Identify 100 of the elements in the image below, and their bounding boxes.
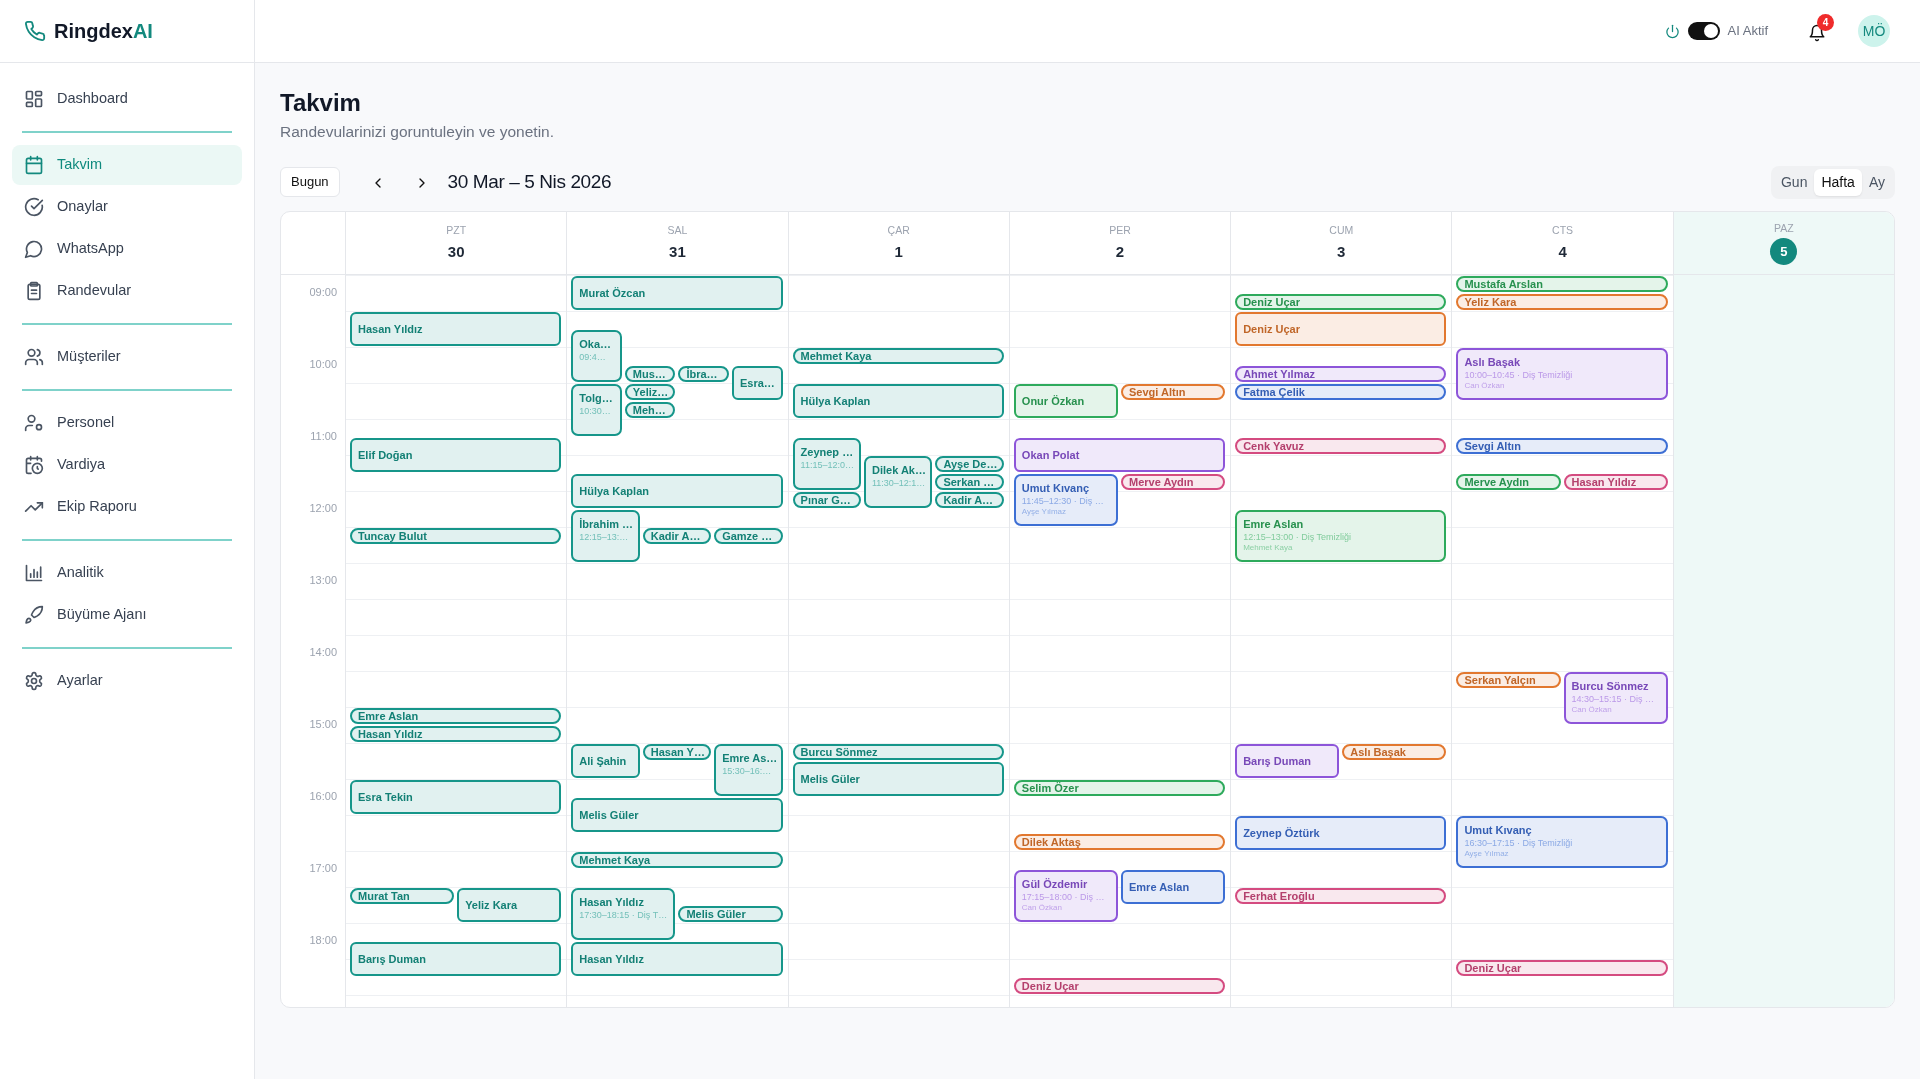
appointment-chip[interactable]: Hasan Yıldız	[571, 942, 783, 977]
appointment-chip[interactable]: Mehmet Kaya	[792, 348, 1004, 365]
appointment-time: 10:30…	[579, 405, 612, 418]
appointment-chip[interactable]: Gamze …	[714, 528, 783, 545]
appointment-chip[interactable]: Fatma Çelik	[1235, 384, 1447, 401]
appointment-chip[interactable]: Yeliz Kara	[457, 888, 562, 923]
appointment-chip[interactable]: Emre Aslan	[1121, 870, 1226, 905]
appointment-card[interactable]: Burcu Sönmez 14:30–15:15 · Diş … Can Özkan	[1563, 672, 1668, 725]
appointment-chip[interactable]: Selim Özer	[1013, 780, 1226, 797]
appointment-time: 12:15–13:…	[579, 531, 630, 544]
appointment-chip[interactable]: Ahmet Yılmaz	[1235, 366, 1447, 383]
appointment-chip[interactable]: Aslı Başak	[1342, 744, 1447, 761]
sidebar-item[interactable]: Personel	[12, 403, 242, 443]
sidebar-item[interactable]: Müşteriler	[12, 337, 242, 377]
appointment-chip[interactable]: Mustafa Arslan	[1456, 276, 1668, 293]
appointment-chip[interactable]: Serkan Yalçın	[1456, 672, 1561, 689]
appointment-card[interactable]: Zeynep … 11:15–12:0…	[792, 438, 861, 491]
sidebar-item[interactable]: Takvim	[12, 145, 242, 185]
view-tab[interactable]: Gun	[1773, 168, 1815, 196]
sidebar-item[interactable]: Vardiya	[12, 445, 242, 485]
appointment-card[interactable]: Emre As… 15:30–16:…	[714, 744, 783, 797]
appointment-chip[interactable]: Dilek Aktaş	[1013, 834, 1226, 851]
appointment-chip[interactable]: Kadir A…	[642, 528, 712, 545]
appointment-chip[interactable]: Elif Doğan	[350, 438, 562, 473]
user-avatar[interactable]: MÖ	[1858, 15, 1890, 47]
appointment-chip[interactable]: Hülya Kaplan	[792, 384, 1004, 419]
appointment-chip[interactable]: Sevgi Altın	[1121, 384, 1226, 401]
appointment-chip[interactable]: Hasan Y…	[642, 744, 712, 761]
today-button[interactable]: Bugun	[280, 167, 340, 197]
appointment-chip[interactable]: Murat Tan	[350, 888, 455, 905]
appointment-card[interactable]: Oka… 09:4…	[571, 330, 622, 383]
appointment-chip[interactable]: Sevgi Altın	[1456, 438, 1668, 455]
time-label: 11:00	[310, 430, 337, 443]
appointment-chip[interactable]: Hasan Yıldız	[1563, 474, 1668, 491]
logo-text: RingdexAI	[54, 19, 153, 44]
appointment-chip[interactable]: Deniz Uçar	[1456, 960, 1668, 977]
patient-name: Umut Kıvanç	[1021, 481, 1091, 496]
view-tab[interactable]: Hafta	[1814, 168, 1862, 196]
appointment-card[interactable]: Emre Aslan 12:15–13:00 · Diş Temizliği Mehmet Kaya	[1235, 510, 1447, 563]
appointment-chip[interactable]: Yeliz Kara	[1456, 294, 1668, 311]
appointment-chip[interactable]: Ali Şahin	[571, 744, 640, 779]
appointment-chip[interactable]: Deniz Uçar	[1013, 978, 1226, 995]
notification-button[interactable]: 4	[1800, 14, 1834, 48]
appointment-time: 15:30–16:…	[722, 765, 773, 778]
appointment-card[interactable]: Umut Kıvanç 16:30–17:15 · Diş Temizliği Ayşe Yılmaz	[1456, 816, 1668, 869]
appointment-time: 17:30–18:15 · Diş T…	[579, 909, 668, 922]
appointment-chip[interactable]: Melis Güler	[792, 762, 1004, 797]
appointment-card[interactable]: İbrahim … 12:15–13:…	[571, 510, 640, 563]
appointment-chip[interactable]: Esra Tekin	[350, 780, 562, 815]
appointment-chip[interactable]: Hasan Yıldız	[350, 726, 562, 743]
appointment-chip[interactable]: Mus…	[624, 366, 676, 383]
appointment-chip[interactable]: Onur Özkan	[1013, 384, 1118, 419]
sidebar-item[interactable]: Analitik	[12, 553, 242, 593]
sidebar-item[interactable]: Randevular	[12, 271, 242, 311]
appointment-chip[interactable]: Serkan …	[935, 474, 1004, 491]
appointment-chip[interactable]: Hasan Yıldız	[350, 312, 562, 347]
patient-name: Aslı Başak	[1464, 355, 1522, 370]
appointment-chip[interactable]: Meh…	[624, 402, 676, 419]
ai-toggle[interactable]	[1687, 22, 1720, 40]
appointment-chip[interactable]: Okan Polat	[1013, 438, 1226, 473]
appointment-chip[interactable]: Emre Aslan	[350, 708, 562, 725]
appointment-chip[interactable]: Pınar G…	[792, 492, 861, 509]
appointment-chip[interactable]: Mehmet Kaya	[571, 852, 783, 869]
appointment-chip[interactable]: Hülya Kaplan	[571, 474, 783, 509]
appointment-chip[interactable]: Merve Aydın	[1456, 474, 1561, 491]
appointment-card[interactable]: Dilek Ak… 11:30–12:1…	[864, 456, 933, 509]
sidebar-item[interactable]: Ekip Raporu	[12, 487, 242, 527]
appointment-chip[interactable]: Esra…	[732, 366, 783, 401]
sidebar-item[interactable]: Büyüme Ajanı	[12, 595, 242, 635]
appointment-card[interactable]: Gül Özdemir 17:15–18:00 · Diş … Can Özkan	[1013, 870, 1118, 923]
appointment-chip[interactable]: Deniz Uçar	[1235, 294, 1447, 311]
sidebar-item[interactable]: Dashboard	[12, 79, 242, 119]
appointment-chip[interactable]: Deniz Uçar	[1235, 312, 1447, 347]
patient-name: İbrahim …	[579, 517, 632, 532]
appointment-chip[interactable]: Melis Güler	[571, 798, 783, 833]
appointment-card[interactable]: Umut Kıvanç 11:45–12:30 · Diş … Ayşe Yılmaz	[1013, 474, 1118, 527]
appointment-chip[interactable]: Burcu Sönmez	[792, 744, 1004, 761]
appointment-card[interactable]: Hasan Yıldız 17:30–18:15 · Diş T…	[571, 888, 676, 941]
appointment-card[interactable]: Tolg… 10:30…	[571, 384, 622, 437]
time-label: 17:00	[309, 862, 337, 875]
appointment-chip[interactable]: Kadir A…	[935, 492, 1004, 509]
appointment-chip[interactable]: Tuncay Bulut	[350, 528, 562, 545]
appointment-chip[interactable]: Zeynep Öztürk	[1235, 816, 1447, 851]
appointment-chip[interactable]: Barış Duman	[350, 942, 562, 977]
appointment-chip[interactable]: Ferhat Eroğlu	[1235, 888, 1447, 905]
appointment-chip[interactable]: İbra…	[678, 366, 729, 383]
view-tab[interactable]: Ay	[1861, 168, 1892, 196]
appointment-chip[interactable]: Merve Aydın	[1121, 474, 1226, 491]
appointment-time: 11:30–12:1…	[872, 477, 925, 490]
weekday-label: PZT	[446, 222, 467, 238]
appointment-chip[interactable]: Murat Özcan	[571, 276, 783, 311]
appointment-chip[interactable]: Melis Güler	[678, 906, 783, 923]
appointment-chip[interactable]: Ayşe De…	[935, 456, 1004, 473]
sidebar-item[interactable]: Ayarlar	[12, 661, 242, 701]
appointment-chip[interactable]: Barış Duman	[1235, 744, 1340, 779]
sidebar-item[interactable]: Onaylar	[12, 187, 242, 227]
sidebar-item[interactable]: WhatsApp	[12, 229, 242, 269]
appointment-card[interactable]: Aslı Başak 10:00–10:45 · Diş Temizliği Can Özkan	[1456, 348, 1668, 401]
appointment-chip[interactable]: Yeliz…	[624, 384, 676, 401]
appointment-chip[interactable]: Cenk Yavuz	[1235, 438, 1447, 455]
